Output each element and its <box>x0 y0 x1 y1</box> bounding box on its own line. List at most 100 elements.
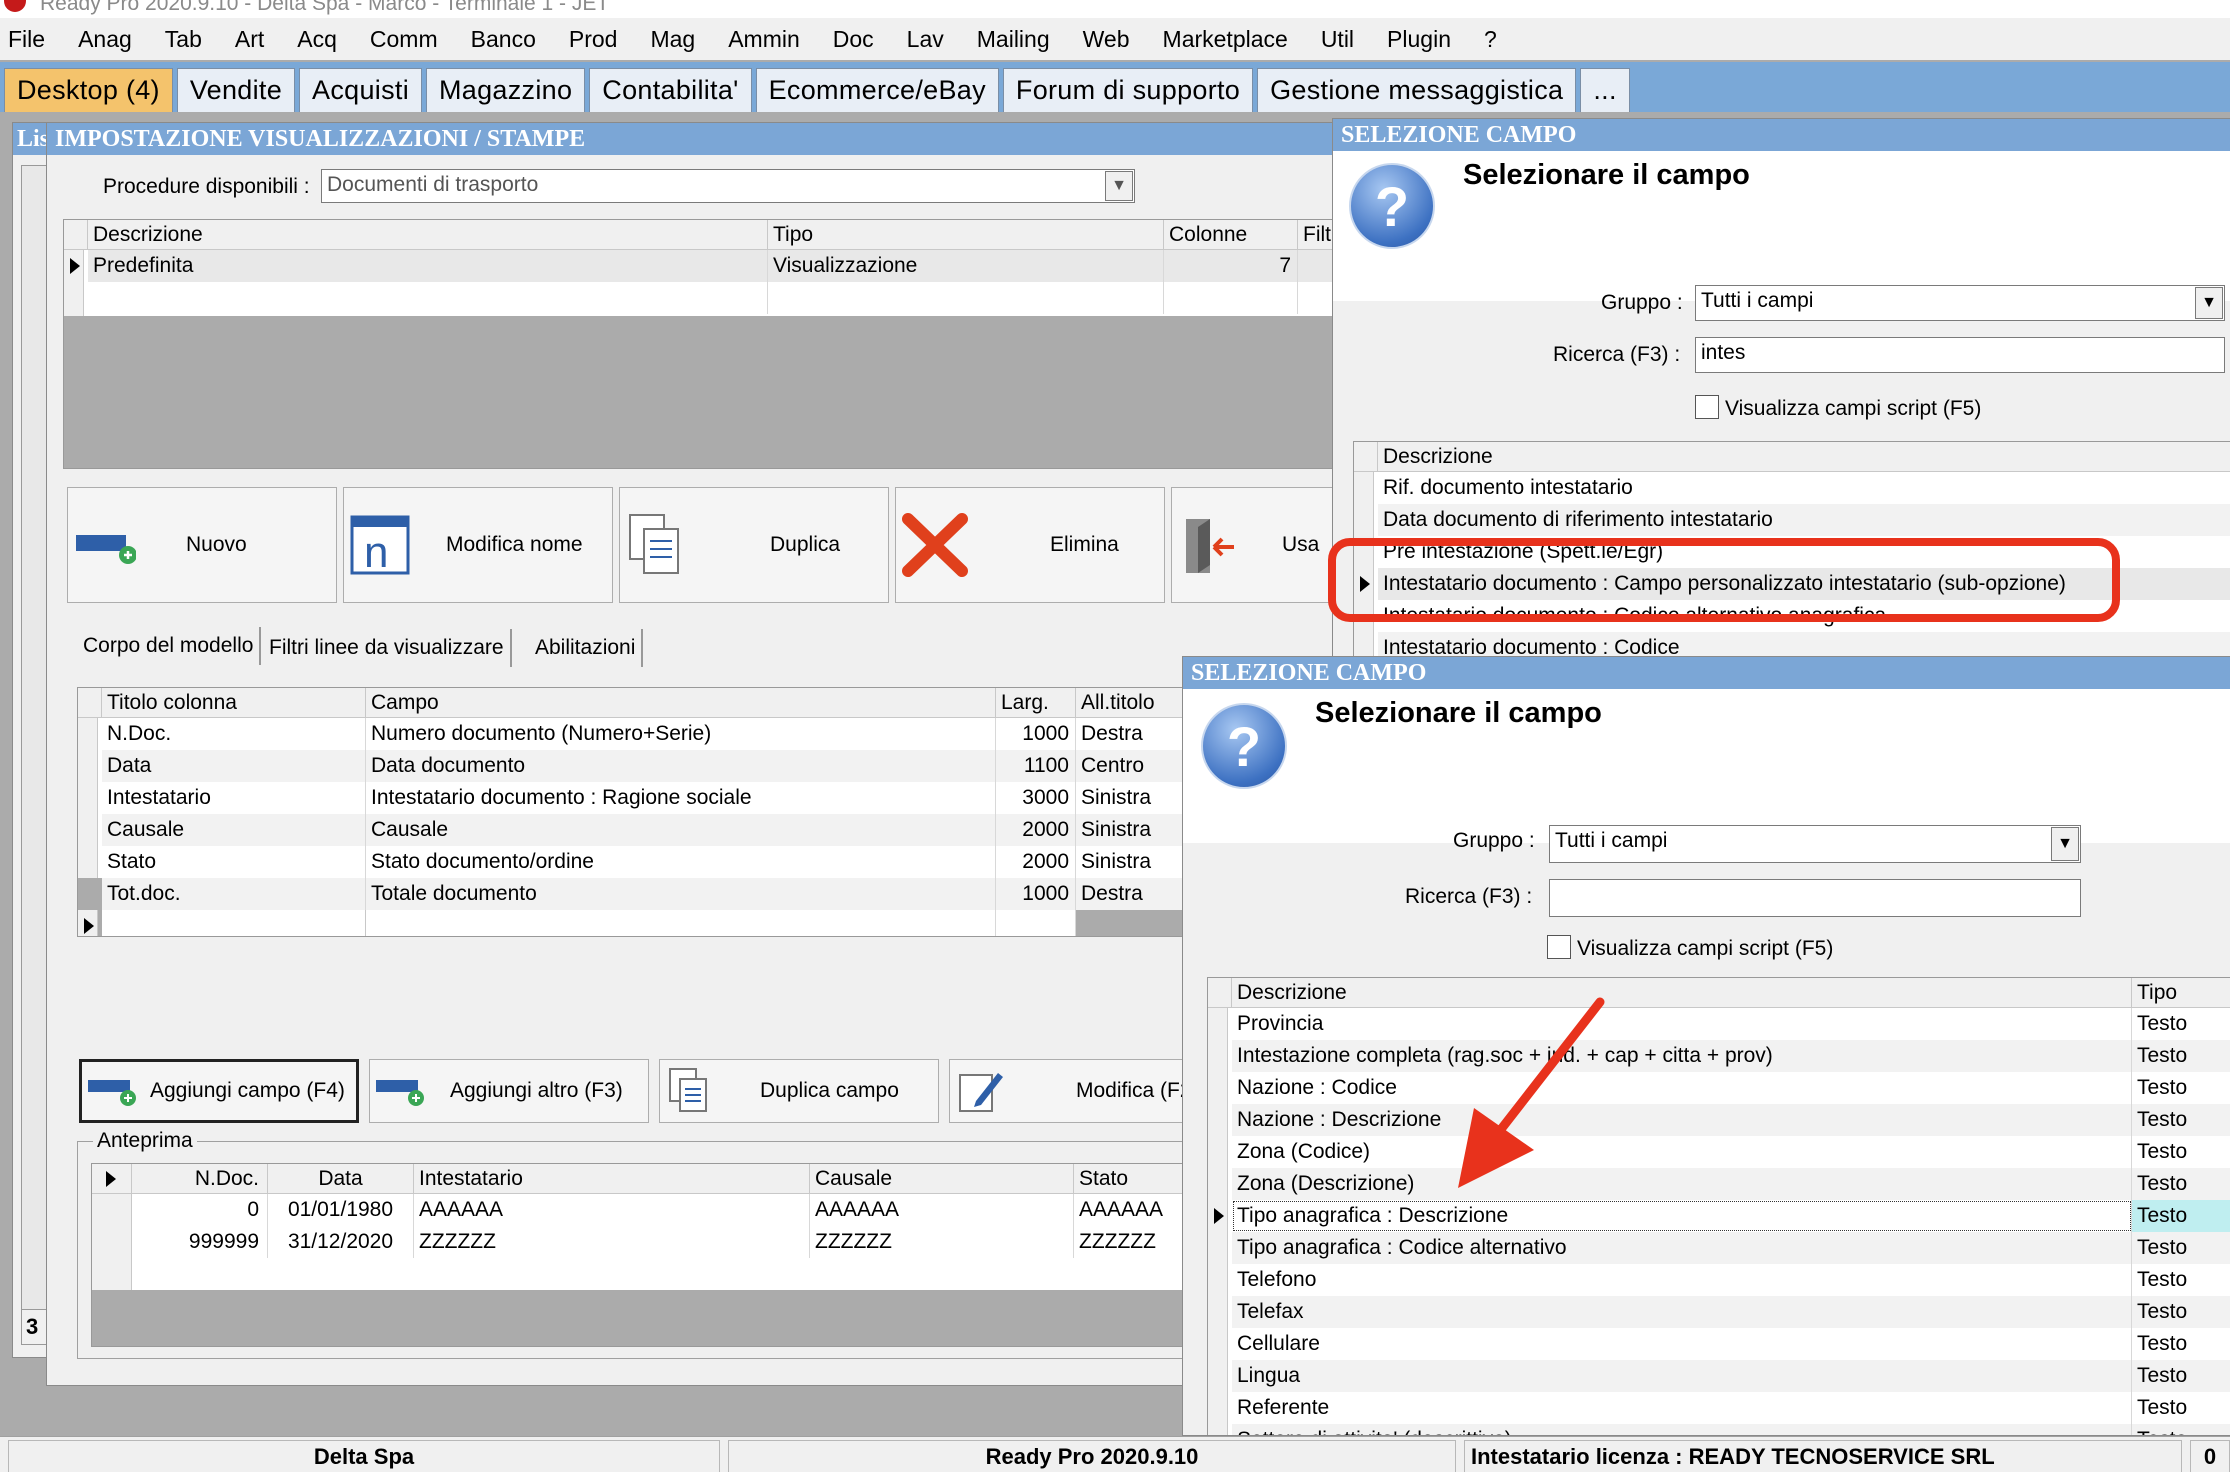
selezione-2-item[interactable]: Cellulare <box>1232 1328 2132 1360</box>
selezione-2-type[interactable]: Testo <box>2132 1328 2230 1360</box>
selezione-2-item[interactable]: Tipo anagrafica : Descrizione <box>1232 1200 2132 1232</box>
script-1-checkbox[interactable] <box>1695 395 1719 419</box>
preview-col-causale[interactable]: Causale <box>810 1164 1074 1194</box>
preview-col-data[interactable]: Data <box>268 1164 414 1194</box>
tab-acquisti[interactable]: Acquisti <box>299 68 422 112</box>
col-larg[interactable]: Larg. <box>996 688 1076 718</box>
selezione-2-type[interactable]: Testo <box>2132 1136 2230 1168</box>
tab-more[interactable]: ... <box>1580 68 1630 112</box>
selezione-2-type[interactable]: Testo <box>2132 1296 2230 1328</box>
tab-magazzino[interactable]: Magazzino <box>426 68 586 112</box>
menu-lav[interactable]: Lav <box>907 26 944 53</box>
menu-ammin[interactable]: Ammin <box>728 26 800 53</box>
menu-tab[interactable]: Tab <box>165 26 202 53</box>
body-grid-cell[interactable]: 1000 <box>996 718 1076 750</box>
body-grid-cell[interactable]: Tot.doc. <box>102 878 366 910</box>
preview-col-intestatario[interactable]: Intestatario <box>414 1164 810 1194</box>
selezione-1-item[interactable]: Rif. documento intestatario <box>1378 472 2230 504</box>
ricerca-2-input[interactable] <box>1549 879 2081 917</box>
selezione-2-type[interactable]: Testo <box>2132 1200 2230 1232</box>
selezione-2-item[interactable]: Tipo anagrafica : Codice alternativo <box>1232 1232 2132 1264</box>
selezione-2-item[interactable]: Lingua <box>1232 1360 2132 1392</box>
selezione-2-col-descrizione[interactable]: Descrizione <box>1232 978 2132 1008</box>
body-grid-cell[interactable]: Stato documento/ordine <box>366 846 996 878</box>
body-grid-cell[interactable]: 3000 <box>996 782 1076 814</box>
selezione-2-type[interactable]: Testo <box>2132 1072 2230 1104</box>
view-row-descrizione[interactable]: Predefinita <box>88 250 768 282</box>
tab-abilitazioni[interactable]: Abilitazioni <box>529 629 644 667</box>
selezione-2-type[interactable]: Testo <box>2132 1040 2230 1072</box>
menu-mag[interactable]: Mag <box>650 26 695 53</box>
tab-vendite[interactable]: Vendite <box>176 68 296 112</box>
body-grid-cell[interactable]: Causale <box>366 814 996 846</box>
body-grid-cell[interactable]: Data <box>102 750 366 782</box>
selezione-1-item[interactable]: Intestatario documento : Codice <box>1378 632 2230 657</box>
selezione-2-type[interactable]: Testo <box>2132 1168 2230 1200</box>
gruppo-1-combo[interactable]: Tutti i campi ▼ <box>1695 285 2225 321</box>
menu-marketplace[interactable]: Marketplace <box>1163 26 1288 53</box>
body-grid-cell[interactable]: 1000 <box>996 878 1076 910</box>
col-tipo[interactable]: Tipo <box>768 220 1164 250</box>
chevron-down-icon[interactable]: ▼ <box>1105 171 1133 201</box>
ricerca-1-input[interactable]: intes <box>1695 337 2225 373</box>
selezione-2-type[interactable]: Testo <box>2132 1104 2230 1136</box>
menu-file[interactable]: File <box>8 26 45 53</box>
selezione-2-item[interactable]: Telefax <box>1232 1296 2132 1328</box>
preview-col-ndoc[interactable]: N.Doc. <box>132 1164 268 1194</box>
body-grid-cell[interactable]: Intestatario <box>102 782 366 814</box>
procedure-combo[interactable]: Documenti di trasporto ▼ <box>321 169 1135 203</box>
nuovo-button[interactable]: Nuovo <box>67 487 337 603</box>
tab-contabilita[interactable]: Contabilita' <box>589 68 752 112</box>
selezione-2-type[interactable]: Testo <box>2132 1360 2230 1392</box>
selezione-2-item[interactable]: Nazione : Descrizione <box>1232 1104 2132 1136</box>
selezione-2-item[interactable]: Settore di attivita' (descrittivo) <box>1232 1424 2132 1435</box>
chevron-down-icon[interactable]: ▼ <box>2195 287 2223 319</box>
body-grid-cell[interactable]: 2000 <box>996 814 1076 846</box>
body-grid-cell[interactable]: Data documento <box>366 750 996 782</box>
body-grid-cell[interactable]: Totale documento <box>366 878 996 910</box>
aggiungi-altro-button[interactable]: Aggiungi altro (F3) <box>369 1059 649 1123</box>
body-grid-cell[interactable]: Stato <box>102 846 366 878</box>
menu-anag[interactable]: Anag <box>78 26 132 53</box>
col-filt[interactable]: Filt <box>1298 220 1335 250</box>
selezione-2-type[interactable]: Testo <box>2132 1008 2230 1040</box>
tab-messaggistica[interactable]: Gestione messaggistica <box>1257 68 1577 112</box>
menu-plugin[interactable]: Plugin <box>1387 26 1451 53</box>
tab-desktop[interactable]: Desktop (4) <box>4 68 173 112</box>
col-titolo-colonna[interactable]: Titolo colonna <box>102 688 366 718</box>
body-grid-cell[interactable]: 1100 <box>996 750 1076 782</box>
tab-ecommerce[interactable]: Ecommerce/eBay <box>755 68 999 112</box>
selezione-2-item[interactable]: Zona (Codice) <box>1232 1136 2132 1168</box>
selezione-2-type[interactable]: Testo <box>2132 1232 2230 1264</box>
menu-acq[interactable]: Acq <box>297 26 337 53</box>
modifica-nome-button[interactable]: n Modifica nome <box>343 487 613 603</box>
col-campo[interactable]: Campo <box>366 688 996 718</box>
menu-util[interactable]: Util <box>1321 26 1354 53</box>
body-grid-cell[interactable]: Intestatario documento : Ragione sociale <box>366 782 996 814</box>
selezione-2-item[interactable]: Nazione : Codice <box>1232 1072 2132 1104</box>
body-grid-cell[interactable]: 2000 <box>996 846 1076 878</box>
script-2-checkbox[interactable] <box>1547 935 1571 959</box>
menu-doc[interactable]: Doc <box>833 26 874 53</box>
col-colonne[interactable]: Colonne <box>1164 220 1298 250</box>
body-grid-cell[interactable]: Numero documento (Numero+Serie) <box>366 718 996 750</box>
body-grid-cell[interactable]: N.Doc. <box>102 718 366 750</box>
view-row-colonne[interactable]: 7 <box>1164 250 1298 282</box>
view-row-tipo[interactable]: Visualizzazione <box>768 250 1164 282</box>
gruppo-2-combo[interactable]: Tutti i campi ▼ <box>1549 825 2081 863</box>
duplica-campo-button[interactable]: Duplica campo <box>659 1059 939 1123</box>
aggiungi-campo-button[interactable]: Aggiungi campo (F4) <box>79 1059 359 1123</box>
selezione-2-item[interactable]: Zona (Descrizione) <box>1232 1168 2132 1200</box>
menu-web[interactable]: Web <box>1083 26 1130 53</box>
tab-forum[interactable]: Forum di supporto <box>1002 68 1254 112</box>
menu-banco[interactable]: Banco <box>471 26 536 53</box>
selezione-2-item[interactable]: Intestazione completa (rag.soc + ind. + … <box>1232 1040 2132 1072</box>
selezione-2-type[interactable]: Testo <box>2132 1392 2230 1424</box>
body-grid-cell[interactable]: Causale <box>102 814 366 846</box>
menu-mailing[interactable]: Mailing <box>977 26 1050 53</box>
selezione-2-item[interactable]: Provincia <box>1232 1008 2132 1040</box>
elimina-button[interactable]: Elimina <box>895 487 1165 603</box>
selezione-1-col-descrizione[interactable]: Descrizione <box>1378 442 2230 472</box>
menu-prod[interactable]: Prod <box>569 26 618 53</box>
selezione-1-item[interactable]: Data documento di riferimento intestatar… <box>1378 504 2230 536</box>
